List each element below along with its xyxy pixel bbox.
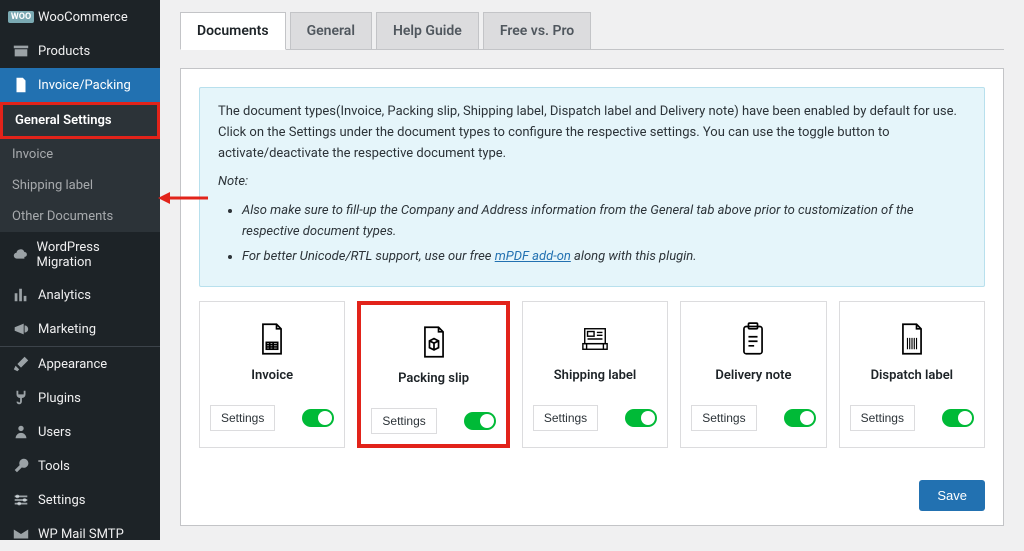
sidebar-sub-shipping-label[interactable]: Shipping label	[0, 170, 160, 201]
info-notice: The document types(Invoice, Packing slip…	[199, 87, 985, 287]
card-title: Invoice	[210, 368, 334, 383]
sidebar-item-label: Invoice/Packing	[38, 78, 131, 93]
sidebar-item-label: Settings	[38, 493, 85, 508]
delivery-note-icon	[691, 320, 815, 358]
sidebar-sub-other-documents[interactable]: Other Documents	[0, 201, 160, 232]
card-shipping-label: Shipping label Settings	[522, 301, 668, 448]
card-title: Dispatch label	[850, 368, 974, 383]
notice-bullet: Also make sure to fill-up the Company an…	[242, 201, 966, 243]
notice-note-label: Note:	[218, 172, 966, 193]
card-packing-slip: Packing slip Settings	[357, 301, 509, 448]
sidebar-item-label: WP Mail SMTP	[38, 527, 124, 542]
document-cards: Invoice Settings Packing slip Settings	[181, 301, 1003, 466]
card-invoice: Invoice Settings	[199, 301, 345, 448]
sidebar-sub-label: Invoice	[12, 147, 53, 162]
sidebar-item-label: Users	[38, 425, 71, 440]
card-dispatch-label: Dispatch label Settings	[839, 301, 985, 448]
tab-documents[interactable]: Documents	[180, 12, 286, 50]
sidebar-sub-label: Other Documents	[12, 209, 113, 224]
save-row: Save	[181, 466, 1003, 525]
settings-button[interactable]: Settings	[210, 405, 275, 431]
archive-icon	[12, 42, 30, 60]
settings-button[interactable]: Settings	[533, 405, 598, 431]
sidebar-item-analytics[interactable]: Analytics	[0, 278, 160, 312]
sidebar-item-label: Products	[38, 44, 90, 59]
chart-icon	[12, 286, 30, 304]
sidebar-item-label: Tools	[38, 459, 70, 474]
sidebar-item-tools[interactable]: Tools	[0, 449, 160, 483]
documents-panel: The document types(Invoice, Packing slip…	[180, 68, 1004, 526]
sidebar-item-appearance[interactable]: Appearance	[0, 347, 160, 381]
brush-icon	[12, 355, 30, 373]
user-icon	[12, 423, 30, 441]
sidebar-sub-general-settings[interactable]: General Settings	[0, 102, 160, 139]
sidebar-item-plugins[interactable]: Plugins	[0, 381, 160, 415]
packing-slip-icon	[371, 323, 495, 361]
megaphone-icon	[12, 320, 30, 338]
tab-free-vs-pro[interactable]: Free vs. Pro	[483, 12, 591, 49]
settings-button[interactable]: Settings	[850, 405, 915, 431]
toggle-switch[interactable]	[625, 409, 657, 427]
sidebar-item-label: WooCommerce	[38, 10, 128, 25]
sidebar-item-label: Marketing	[38, 322, 96, 337]
sidebar-sub-label: General Settings	[15, 113, 112, 128]
admin-sidebar: WOO WooCommerce Products Invoice/Packing…	[0, 0, 160, 540]
sidebar-item-marketing[interactable]: Marketing	[0, 312, 160, 346]
sidebar-item-invoice-packing[interactable]: Invoice/Packing	[0, 68, 160, 102]
toggle-switch[interactable]	[942, 409, 974, 427]
document-icon	[12, 76, 30, 94]
mpdf-addon-link[interactable]: mPDF add-on	[495, 249, 571, 264]
card-delivery-note: Delivery note Settings	[680, 301, 826, 448]
tab-bar: Documents General Help Guide Free vs. Pr…	[180, 12, 1004, 50]
shipping-label-icon	[533, 320, 657, 358]
toggle-switch[interactable]	[784, 409, 816, 427]
notice-intro: The document types(Invoice, Packing slip…	[218, 102, 966, 164]
invoice-icon	[210, 320, 334, 358]
sidebar-item-label: Analytics	[38, 288, 91, 303]
tab-general[interactable]: General	[290, 12, 372, 49]
sidebar-sub-label: Shipping label	[12, 178, 93, 193]
card-title: Shipping label	[533, 368, 657, 383]
toggle-switch[interactable]	[302, 409, 334, 427]
sidebar-item-label: WordPress Migration	[37, 240, 148, 270]
toggle-switch[interactable]	[464, 412, 496, 430]
sidebar-item-label: Plugins	[38, 391, 81, 406]
mail-icon	[12, 525, 30, 543]
sidebar-item-woocommerce[interactable]: WOO WooCommerce	[0, 0, 160, 34]
sidebar-sub-invoice[interactable]: Invoice	[0, 139, 160, 170]
settings-button[interactable]: Settings	[691, 405, 756, 431]
card-title: Packing slip	[371, 371, 495, 386]
sliders-icon	[12, 491, 30, 509]
settings-button[interactable]: Settings	[371, 408, 436, 434]
dispatch-label-icon	[850, 320, 974, 358]
save-button[interactable]: Save	[919, 480, 985, 511]
notice-bullet: For better Unicode/RTL support, use our …	[242, 247, 966, 268]
plug-icon	[12, 389, 30, 407]
card-title: Delivery note	[691, 368, 815, 383]
notice-list: Also make sure to fill-up the Company an…	[218, 201, 966, 267]
sidebar-item-label: Appearance	[38, 357, 107, 372]
sidebar-item-wp-mail-smtp[interactable]: WP Mail SMTP	[0, 517, 160, 551]
woo-icon: WOO	[12, 8, 30, 26]
main-content: Documents General Help Guide Free vs. Pr…	[160, 0, 1024, 540]
sidebar-item-users[interactable]: Users	[0, 415, 160, 449]
tab-help-guide[interactable]: Help Guide	[376, 12, 479, 49]
sidebar-item-settings[interactable]: Settings	[0, 483, 160, 517]
wrench-icon	[12, 457, 30, 475]
cloud-icon	[12, 246, 29, 264]
sidebar-item-products[interactable]: Products	[0, 34, 160, 68]
sidebar-item-wp-migration[interactable]: WordPress Migration	[0, 232, 160, 278]
